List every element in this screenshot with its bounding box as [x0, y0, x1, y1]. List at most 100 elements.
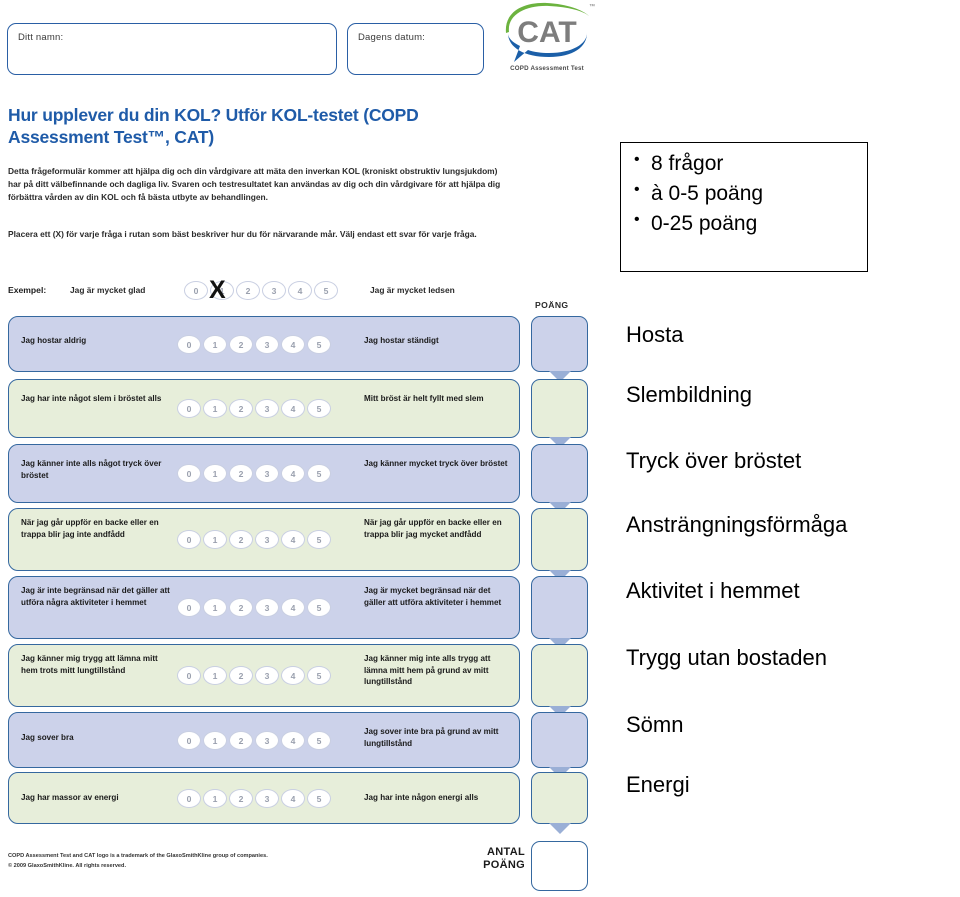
question-7-scale-option-2[interactable]: 2 [229, 731, 253, 750]
question-scale[interactable]: 012345 [177, 399, 331, 418]
question-scale[interactable]: 012345 [177, 530, 331, 549]
question-4-scale-option-4[interactable]: 4 [281, 530, 305, 549]
question-left-text: Jag känner mig trygg att lämna mitt hem … [21, 654, 158, 675]
question-6-scale-option-0[interactable]: 0 [177, 666, 201, 685]
score-box[interactable] [531, 444, 588, 503]
question-1-scale-option-5[interactable]: 5 [307, 335, 331, 354]
summary-callout-box: 8 frågorà 0-5 poäng0-25 poäng [620, 142, 868, 272]
question-3-scale-option-3[interactable]: 3 [255, 464, 279, 483]
question-4-scale-option-0[interactable]: 0 [177, 530, 201, 549]
example-right-text: Jag är mycket ledsen [370, 285, 455, 295]
question-row: När jag går uppför en backe eller en tra… [8, 508, 520, 571]
question-6-scale-option-3[interactable]: 3 [255, 666, 279, 685]
question-8-scale-option-5[interactable]: 5 [307, 789, 331, 808]
question-1-scale-option-2[interactable]: 2 [229, 335, 253, 354]
example-scale-option-2[interactable]: 2 [236, 281, 260, 300]
score-column-header: POÄNG [535, 300, 569, 310]
question-row: Jag hostar aldrig 0 1 2 3 4 5 Jag hostar ständi… [8, 316, 520, 372]
question-1-scale-option-3[interactable]: 3 [255, 335, 279, 354]
question-6-scale-option-5[interactable]: 5 [307, 666, 331, 685]
svg-text:CAT: CAT [517, 16, 576, 49]
question-scale[interactable]: 012345 [177, 335, 331, 354]
question-1-scale-option-4[interactable]: 4 [281, 335, 305, 354]
example-label: Exempel: [8, 285, 47, 295]
question-4-scale-option-2[interactable]: 2 [229, 530, 253, 549]
question-3-scale-option-0[interactable]: 0 [177, 464, 201, 483]
example-scale-option-5[interactable]: 5 [314, 281, 338, 300]
question-6-scale-option-1[interactable]: 1 [203, 666, 227, 685]
question-5-scale-option-5[interactable]: 5 [307, 598, 331, 617]
question-2-scale-option-0[interactable]: 0 [177, 399, 201, 418]
trademark-icon: ™ [589, 4, 595, 10]
question-right-text: Jag känner mycket tryck över bröstet [364, 459, 508, 468]
question-left-text: När jag går uppför en backe eller en tra… [21, 518, 159, 539]
score-box[interactable] [531, 712, 588, 768]
question-6-scale-option-4[interactable]: 4 [281, 666, 305, 685]
question-3-scale-option-1[interactable]: 1 [203, 464, 227, 483]
question-left-text: Jag känner inte alls något tryck över br… [21, 459, 162, 480]
domain-label: Sömn [626, 712, 684, 737]
question-5-scale-option-2[interactable]: 2 [229, 598, 253, 617]
question-7-scale-option-3[interactable]: 3 [255, 731, 279, 750]
score-box[interactable] [531, 644, 588, 707]
question-8-scale-option-2[interactable]: 2 [229, 789, 253, 808]
question-3-scale-option-4[interactable]: 4 [281, 464, 305, 483]
question-scale[interactable]: 012345 [177, 464, 331, 483]
question-3-scale-option-5[interactable]: 5 [307, 464, 331, 483]
question-4-scale-option-1[interactable]: 1 [203, 530, 227, 549]
example-x-mark: X [209, 276, 226, 304]
question-2-scale-option-4[interactable]: 4 [281, 399, 305, 418]
score-box[interactable] [531, 772, 588, 824]
example-scale-option-0[interactable]: 0 [184, 281, 208, 300]
question-4-scale-option-5[interactable]: 5 [307, 530, 331, 549]
patient-name-field[interactable]: Ditt namn: [7, 23, 337, 75]
score-box[interactable] [531, 316, 588, 372]
total-score-box[interactable] [531, 841, 588, 891]
date-field[interactable]: Dagens datum: [347, 23, 484, 75]
cat-logo-subtitle: COPD Assessment Test [510, 65, 584, 72]
question-row: Jag känner inte alls något tryck över br… [8, 444, 520, 503]
question-2-scale-option-5[interactable]: 5 [307, 399, 331, 418]
question-scale[interactable]: 012345 [177, 789, 331, 808]
question-scale[interactable]: 012345 [177, 598, 331, 617]
question-scale[interactable]: 012345 [177, 666, 331, 685]
question-2-scale-option-3[interactable]: 3 [255, 399, 279, 418]
total-score-label-line2: POÄNG [483, 858, 525, 871]
question-5-scale-option-4[interactable]: 4 [281, 598, 305, 617]
question-6-scale-option-2[interactable]: 2 [229, 666, 253, 685]
question-5-scale-option-3[interactable]: 3 [255, 598, 279, 617]
cat-logo: CAT ™ COPD Assessment Test [497, 2, 597, 84]
score-box[interactable] [531, 576, 588, 639]
question-4-scale-option-3[interactable]: 3 [255, 530, 279, 549]
score-box[interactable] [531, 508, 588, 571]
question-2-scale-option-2[interactable]: 2 [229, 399, 253, 418]
question-3-scale-option-2[interactable]: 2 [229, 464, 253, 483]
question-scale[interactable]: 012345 [177, 731, 331, 750]
question-7-scale-option-0[interactable]: 0 [177, 731, 201, 750]
example-scale-option-3[interactable]: 3 [262, 281, 286, 300]
question-8-scale-option-4[interactable]: 4 [281, 789, 305, 808]
question-8-scale-option-3[interactable]: 3 [255, 789, 279, 808]
question-right-text: När jag går uppför en backe eller en tra… [364, 518, 502, 539]
annotation-panel: 8 frågorà 0-5 poäng0-25 poäng Hosta Slemb… [600, 0, 960, 897]
question-right-text: Jag har inte någon energi alls [364, 793, 479, 802]
domain-label: Hosta [626, 322, 684, 347]
score-box[interactable] [531, 379, 588, 438]
question-5-scale-option-0[interactable]: 0 [177, 598, 201, 617]
intro-paragraph-2: Placera ett (X) för varje fråga i rutan … [8, 229, 477, 239]
summary-bullet-item: 0-25 poäng [634, 209, 867, 239]
question-1-scale-option-1[interactable]: 1 [203, 335, 227, 354]
question-8-scale-option-0[interactable]: 0 [177, 789, 201, 808]
question-7-scale-option-1[interactable]: 1 [203, 731, 227, 750]
question-2-scale-option-1[interactable]: 1 [203, 399, 227, 418]
question-5-scale-option-1[interactable]: 1 [203, 598, 227, 617]
question-7-scale-option-5[interactable]: 5 [307, 731, 331, 750]
question-row: Jag är inte begränsad när det gäller att… [8, 576, 520, 639]
question-8-scale-option-1[interactable]: 1 [203, 789, 227, 808]
example-scale: 012345 [184, 281, 338, 300]
question-1-scale-option-0[interactable]: 0 [177, 335, 201, 354]
example-scale-option-4[interactable]: 4 [288, 281, 312, 300]
cat-questionnaire-form: Ditt namn: Dagens datum: CAT ™ COPD Asse… [0, 0, 600, 897]
question-7-scale-option-4[interactable]: 4 [281, 731, 305, 750]
example-left-text: Jag är mycket glad [70, 285, 146, 295]
